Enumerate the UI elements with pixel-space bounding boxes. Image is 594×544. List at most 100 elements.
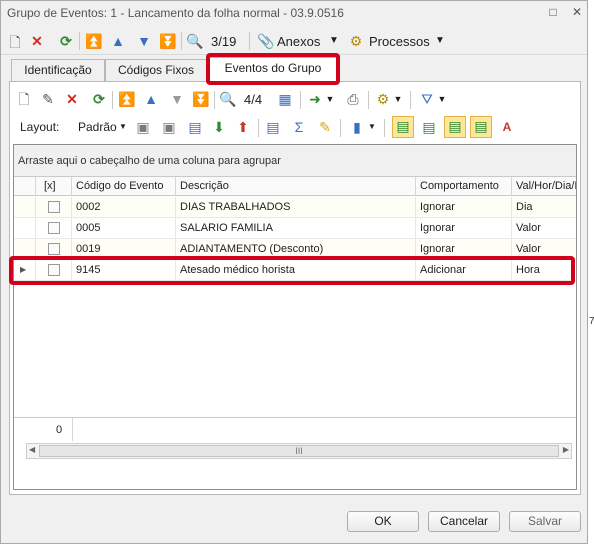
group-panel-icon[interactable]: ▤ [264, 118, 282, 136]
view-toggle-4-icon[interactable]: ▤ [470, 116, 492, 138]
row-indicator [14, 218, 36, 238]
scroll-left-icon[interactable]: ◀ [29, 445, 35, 454]
eventos-panel: 🗋 ✎ ✕ ⟳ ⏫ ▲ ▼ ⏬ 🔍 4/4 ▦ ➜ ▼ ⎙ ⚙ ▼ ⛛ ▼ La… [9, 81, 581, 495]
footer-divider [72, 418, 73, 441]
new-row-icon[interactable]: 🗋 [16, 90, 32, 108]
row-checkbox[interactable] [48, 243, 60, 255]
cell-codigo[interactable]: 0005 [72, 218, 176, 238]
anexos-button[interactable]: Anexos [277, 34, 320, 49]
main-toolbar: 🗋 ✕ ⟳ ⏫ ▲ ▼ ⏬ 🔍 3/19 📎 Anexos ▼ ⚙ Proces… [1, 29, 587, 55]
layout-dropdown-icon[interactable]: ▼ [118, 118, 128, 136]
grid-first-icon[interactable]: ⏫ [118, 90, 136, 108]
font-icon[interactable]: A [498, 118, 516, 136]
row-checkbox[interactable] [48, 201, 60, 213]
row-select-cell [36, 197, 72, 217]
highlight-selected-row [9, 256, 575, 285]
view-toggle-1-icon[interactable]: ▤ [392, 116, 414, 138]
previous-record-icon[interactable]: ▲ [109, 32, 127, 50]
paperclip-icon[interactable]: 📎 [257, 32, 274, 50]
first-record-icon[interactable]: ⏫ [85, 32, 103, 50]
scroll-right-icon[interactable]: ▶ [563, 445, 569, 454]
binoculars-icon[interactable]: 🔍 [185, 32, 205, 50]
cell-comportamento[interactable]: Ignorar [416, 197, 512, 217]
grid-header: [x] Código do Evento Descrição Comportam… [14, 177, 576, 196]
edit-icon[interactable]: ✎ [40, 90, 56, 108]
export-layout-icon[interactable]: ⬆ [234, 118, 252, 136]
horizontal-scrollbar[interactable]: ◀ III ▶ [26, 443, 572, 459]
close-icon[interactable]: ✕ [567, 3, 587, 21]
title-bar: Grupo de Eventos: 1 - Lancamento da folh… [1, 1, 587, 25]
grid-toolbar: 🗋 ✎ ✕ ⟳ ⏫ ▲ ▼ ⏬ 🔍 4/4 ▦ ➜ ▼ ⎙ ⚙ ▼ ⛛ ▼ [14, 88, 574, 112]
chart-icon[interactable]: ▮ [348, 118, 366, 136]
filter-icon[interactable]: ⛛ [418, 90, 436, 108]
grid-previous-icon[interactable]: ▲ [142, 90, 160, 108]
import-layout-icon[interactable]: ⬇ [210, 118, 228, 136]
highlight-icon[interactable]: ✎ [316, 118, 334, 136]
delete-icon[interactable]: ✕ [29, 32, 45, 50]
indicator-column-header [14, 177, 36, 196]
delete-layout-icon[interactable]: ▣ [160, 118, 178, 136]
cancel-button[interactable]: Cancelar [428, 511, 500, 532]
row-select-cell [36, 218, 72, 238]
grid-footer: 0 [14, 417, 576, 441]
grid-gears-icon[interactable]: ⚙ [374, 90, 392, 108]
layout-select[interactable]: Padrão [78, 120, 117, 134]
row-checkbox[interactable] [48, 222, 60, 234]
tab-label: Códigos Fixos [117, 63, 195, 77]
refresh-icon[interactable]: ⟳ [57, 32, 75, 50]
export-icon[interactable]: ➜ [306, 90, 324, 108]
column-header-select[interactable]: [x] [36, 177, 72, 196]
column-header-codigo[interactable]: Código do Evento [72, 177, 176, 196]
cell-comportamento[interactable]: Ignorar [416, 218, 512, 238]
ok-button[interactable]: OK [347, 511, 419, 532]
grid-last-icon[interactable]: ⏬ [192, 90, 210, 108]
minimize-icon[interactable]: □ [543, 3, 563, 21]
cell-tipo[interactable]: Valor [512, 218, 576, 238]
cell-descricao[interactable]: DIAS TRABALHADOS [176, 197, 416, 217]
group-by-panel[interactable]: Arraste aqui o cabeçalho de uma coluna p… [14, 145, 576, 177]
cell-descricao[interactable]: SALARIO FAMILIA [176, 218, 416, 238]
events-grid: Arraste aqui o cabeçalho de uma coluna p… [13, 144, 577, 490]
row-indicator [14, 197, 36, 217]
scrollbar-thumb[interactable]: III [39, 445, 559, 457]
tab-codigos-fixos[interactable]: Códigos Fixos [105, 59, 207, 81]
gears-icon[interactable]: ⚙ [347, 32, 365, 50]
processos-button[interactable]: Processos [369, 34, 430, 49]
sum-icon[interactable]: Σ [290, 118, 308, 136]
grid-next-icon[interactable]: ▼ [168, 90, 186, 108]
highlight-eventos-tab [206, 53, 340, 85]
column-header-descricao[interactable]: Descrição [176, 177, 416, 196]
column-header-comportamento[interactable]: Comportamento [416, 177, 512, 196]
save-layout-icon[interactable]: ▣ [134, 118, 152, 136]
tab-label: Identificação [24, 63, 92, 77]
delete-row-icon[interactable]: ✕ [64, 90, 80, 108]
table-row[interactable]: 0005 SALARIO FAMILIA Ignorar Valor [14, 218, 576, 239]
grid-gears-dropdown-icon[interactable]: ▼ [392, 90, 404, 108]
calendar-icon[interactable]: ▦ [276, 90, 294, 108]
window-title: Grupo de Eventos: 1 - Lancamento da folh… [7, 6, 344, 20]
grid-record-counter: 4/4 [244, 92, 263, 107]
background-text-fragment: 7 [589, 316, 594, 327]
last-record-icon[interactable]: ⏬ [159, 32, 177, 50]
view-toggle-2-icon[interactable]: ▤ [420, 118, 438, 136]
chart-dropdown-icon[interactable]: ▼ [366, 118, 378, 136]
cell-codigo[interactable]: 0002 [72, 197, 176, 217]
columns-icon[interactable]: ▤ [186, 118, 204, 136]
grid-binoculars-icon[interactable]: 🔍 [218, 90, 238, 108]
filter-dropdown-icon[interactable]: ▼ [436, 90, 448, 108]
layout-toolbar: Layout: Padrão ▼ ▣ ▣ ▤ ⬇ ⬆ ▤ Σ ✎ ▮ ▼ ▤ ▤… [14, 116, 574, 140]
processos-dropdown-icon[interactable]: ▼ [433, 32, 447, 50]
column-header-tipo[interactable]: Val/Hor/Dia/M [512, 177, 576, 196]
view-toggle-3-icon[interactable]: ▤ [444, 116, 466, 138]
tab-identificacao[interactable]: Identificação [11, 59, 105, 81]
save-button[interactable]: Salvar [509, 511, 581, 532]
cell-tipo[interactable]: Dia [512, 197, 576, 217]
next-record-icon[interactable]: ▼ [135, 32, 153, 50]
new-document-icon[interactable]: 🗋 [7, 33, 23, 51]
group-by-hint: Arraste aqui o cabeçalho de uma coluna p… [18, 155, 281, 167]
anexos-dropdown-icon[interactable]: ▼ [327, 32, 341, 50]
refresh-grid-icon[interactable]: ⟳ [90, 90, 108, 108]
table-row[interactable]: 0002 DIAS TRABALHADOS Ignorar Dia [14, 197, 576, 218]
export-dropdown-icon[interactable]: ▼ [324, 90, 336, 108]
print-icon[interactable]: ⎙ [344, 90, 362, 108]
